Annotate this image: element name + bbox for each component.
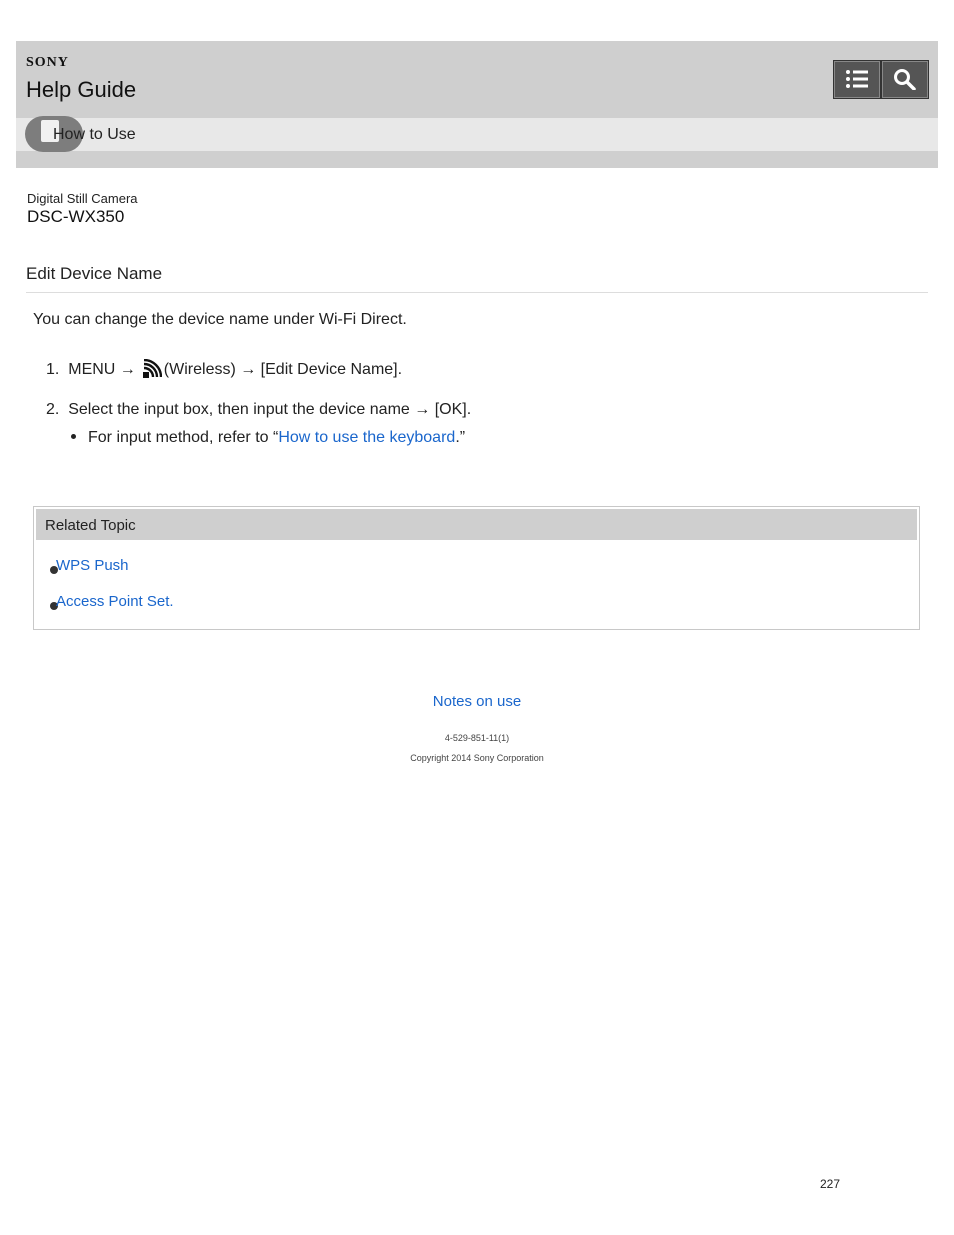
wps-push-link[interactable]: WPS Push (56, 557, 129, 574)
product-model: DSC-WX350 (27, 207, 125, 226)
wireless-icon (142, 359, 162, 378)
help-guide-title[interactable]: Help Guide (26, 77, 136, 103)
step-2: 2. Select the input box, then input the … (46, 401, 471, 419)
keyboard-help-link[interactable]: How to use the keyboard (278, 429, 455, 446)
breadcrumb-how-to-use[interactable]: How to Use (53, 126, 136, 144)
step-text-before: MENU → (68, 361, 136, 379)
step-text-after: (Wireless) → [Edit Device Name]. (163, 361, 403, 379)
step-text: Select the input box, then input the dev… (68, 401, 472, 418)
list-icon (846, 70, 868, 88)
product-category: Digital Still Camera (27, 191, 138, 206)
breadcrumb: How to Use (16, 116, 938, 152)
copyright: Copyright 2014 Sony Corporation (410, 753, 544, 763)
access-point-set-link[interactable]: Access Point Set. (56, 593, 174, 610)
step-1: 1. MENU → (Wireless) → [Edit Device Name… (46, 359, 403, 380)
notes-on-use-link[interactable]: Notes on use (433, 693, 521, 710)
document-code: 4-529-851-11(1) (444, 733, 510, 743)
page-title: Edit Device Name (26, 264, 163, 283)
step-number: 2. (46, 401, 60, 418)
sony-logo: SONY (26, 55, 69, 70)
notes-on-use-container: Notes on use (0, 693, 954, 710)
intro-text: You can change the device name under Wi-… (33, 311, 407, 328)
related-topic-header: Related Topic (36, 509, 917, 540)
input-method-note: For input method, refer to “How to use t… (71, 429, 465, 447)
note-text-after: .” (455, 429, 466, 446)
related-topic-title: Related Topic (45, 517, 136, 534)
step-number: 1. (46, 361, 60, 379)
bullet-dot (71, 434, 76, 439)
magnifier-icon (894, 69, 916, 90)
title-divider (26, 292, 928, 293)
page-number: 227 (820, 1177, 841, 1191)
toc-menu-button[interactable] (833, 60, 881, 99)
related-topic-box: Related Topic WPS Push Access Point Set. (33, 506, 920, 630)
header-bar: SONY Help Guide How to Use (16, 41, 938, 168)
search-button[interactable] (881, 60, 929, 99)
note-text-before: For input method, refer to “ (88, 429, 279, 446)
